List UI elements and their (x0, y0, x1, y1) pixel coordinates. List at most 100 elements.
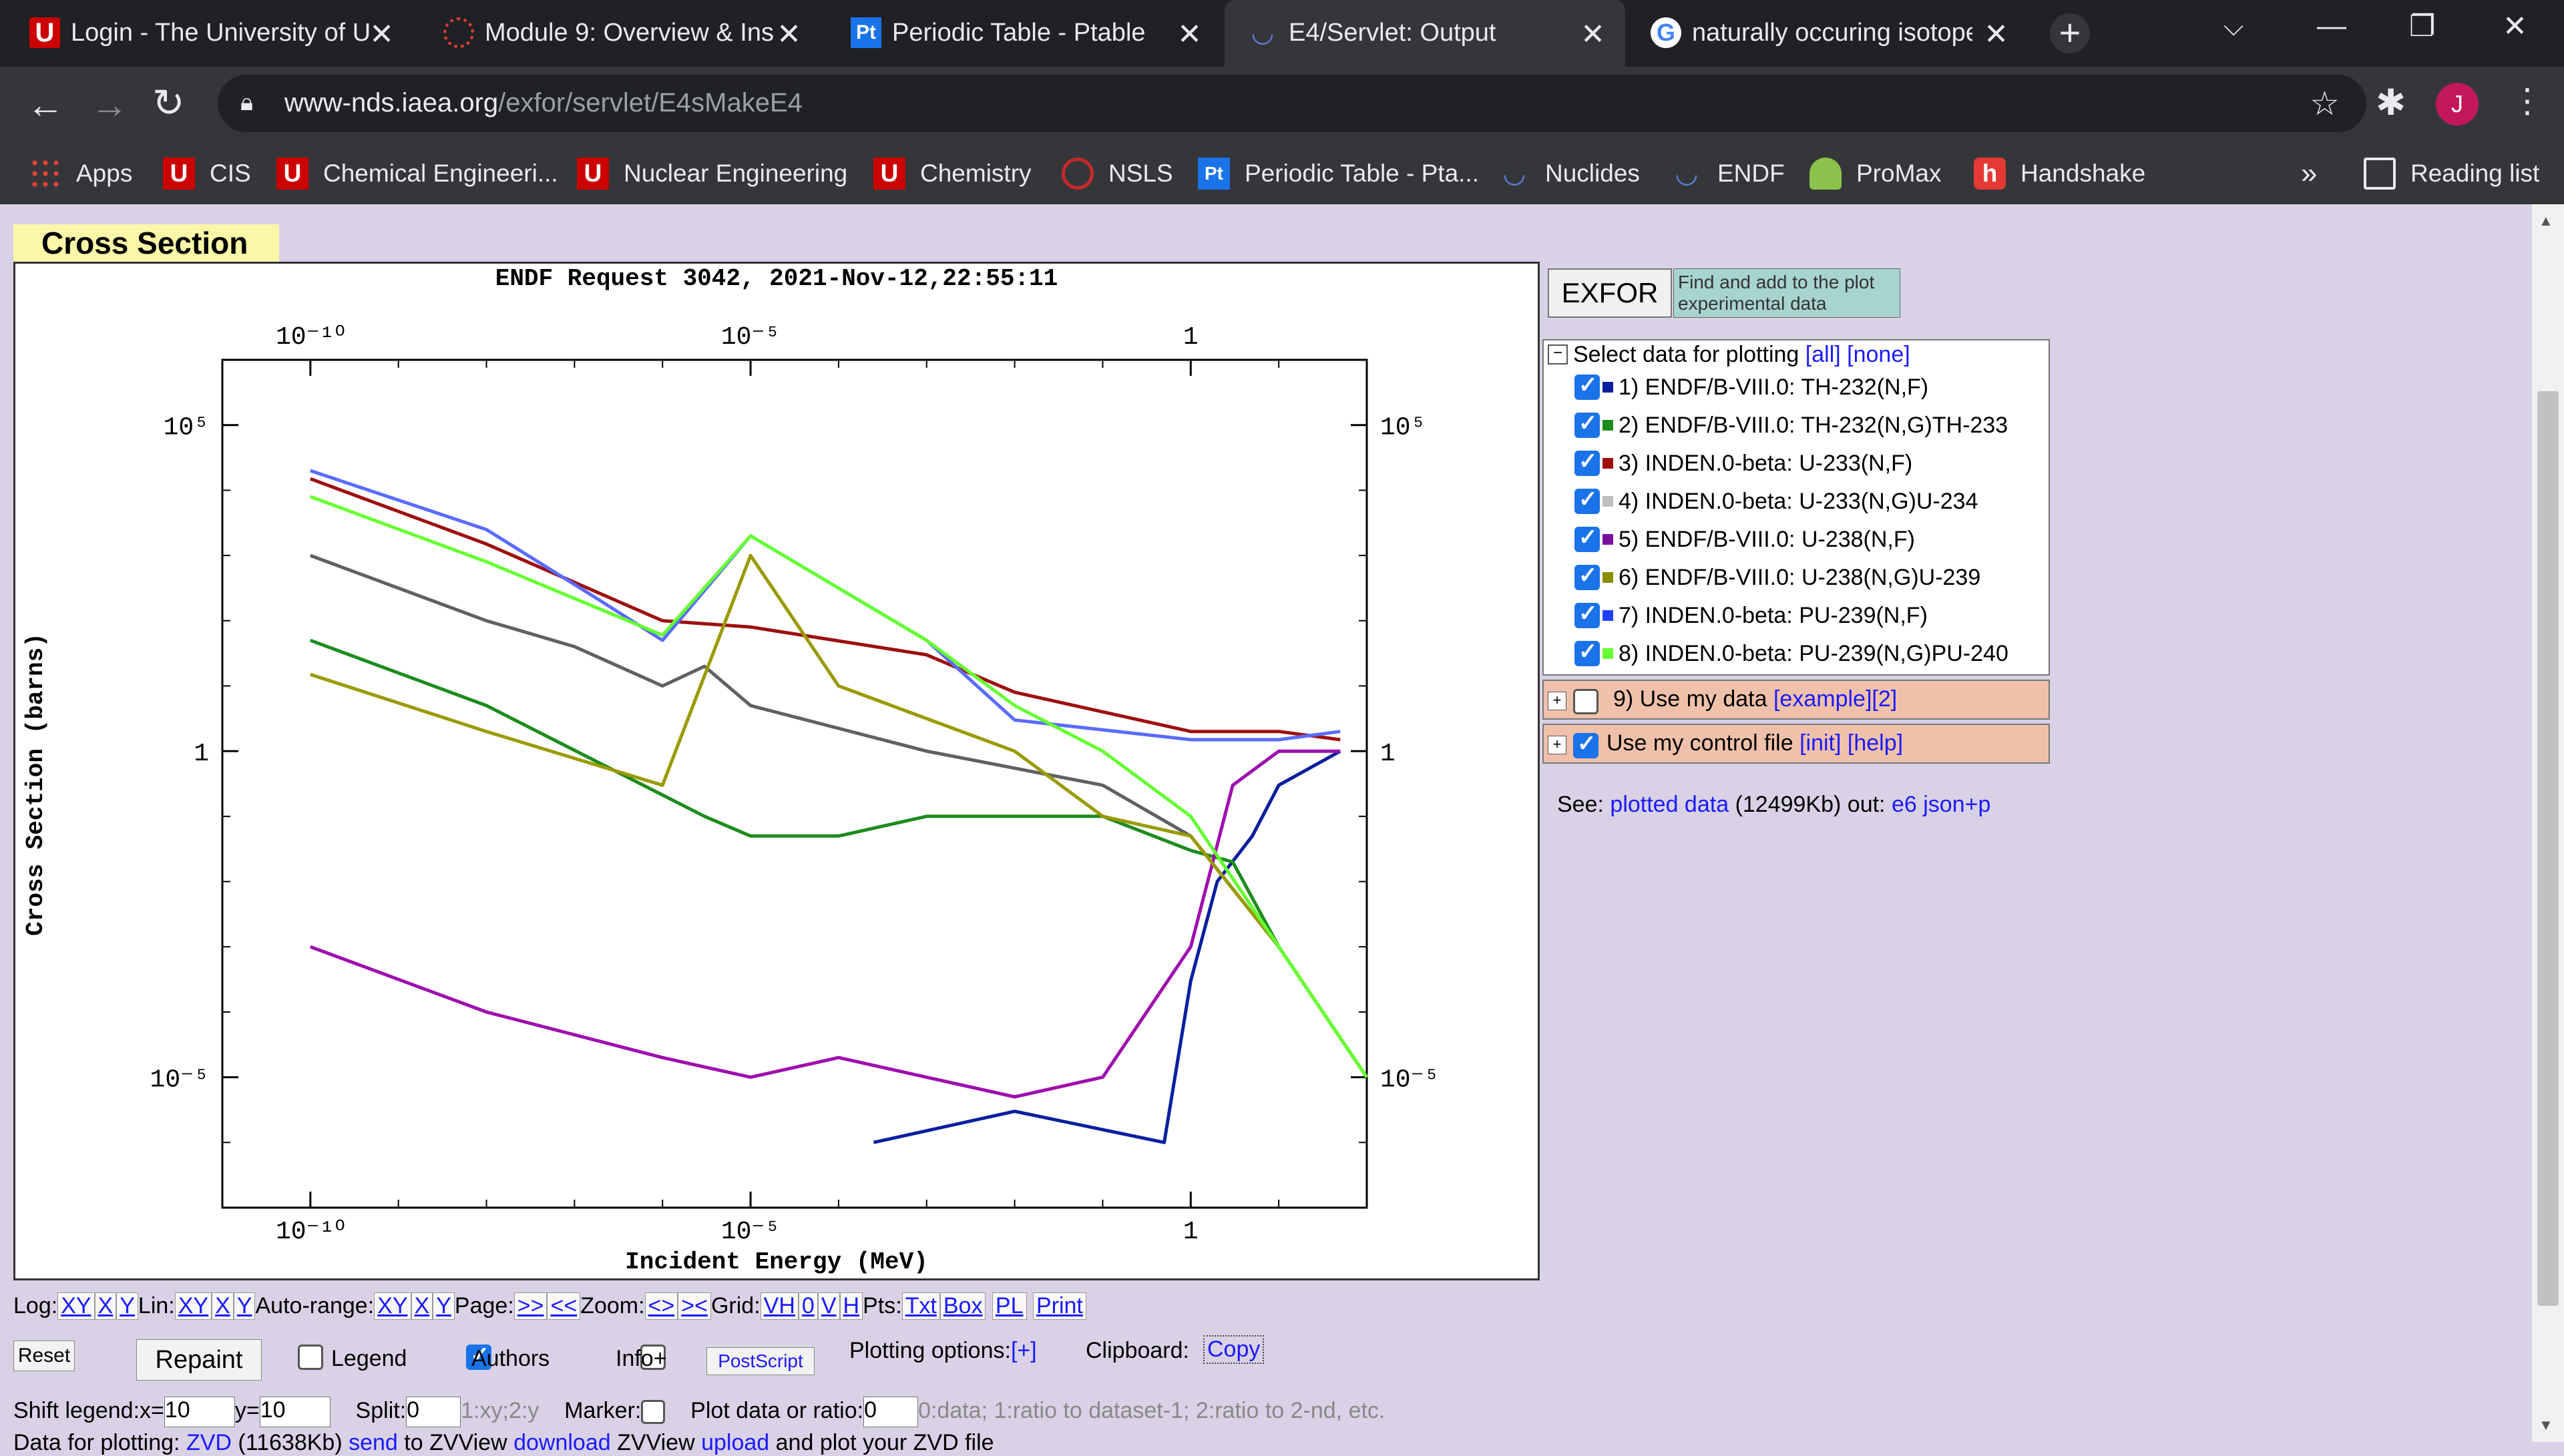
bookmark-nsls[interactable]: NSLS (1062, 155, 1173, 192)
close-icon[interactable]: ✕ (1580, 17, 1605, 51)
control-file-checkbox[interactable] (1573, 730, 1598, 759)
zoom-in-button[interactable]: <> (644, 1292, 678, 1320)
send-link[interactable]: send (349, 1430, 398, 1455)
restore-icon[interactable]: ❐ (2409, 9, 2435, 43)
close-icon[interactable]: ✕ (1177, 17, 1202, 51)
reset-button[interactable]: Reset (13, 1341, 75, 1371)
copy-button[interactable]: Copy (1203, 1335, 1265, 1364)
repaint-button[interactable]: Repaint (136, 1339, 262, 1381)
tab-login[interactable]: U Login - The University of U ✕ (7, 0, 414, 67)
dataset-checkbox[interactable] (1574, 448, 1600, 476)
marker-checkbox[interactable] (641, 1400, 666, 1424)
bookmark-handshake[interactable]: h Handshake (1974, 155, 2145, 192)
bookmark-nuclides[interactable]: ◡ Nuclides (1498, 155, 1640, 192)
autorange-xy-button[interactable]: XY (374, 1292, 411, 1320)
page-next-button[interactable]: >> (513, 1292, 548, 1320)
tab-search-chevron-icon[interactable]: ⌵ (2223, 12, 2244, 42)
scroll-down-arrow-icon[interactable]: ▼ (2539, 1417, 2553, 1434)
bookmark-periodic-table[interactable]: Pt Periodic Table - Pta... (1198, 155, 1479, 192)
postscript-button[interactable]: PostScript (706, 1347, 815, 1375)
page-scrollbar[interactable]: ▲ ▼ (2532, 204, 2564, 1442)
more-bookmarks-chevron[interactable]: » (2301, 155, 2317, 192)
autorange-y-button[interactable]: Y (433, 1292, 455, 1320)
bookmark-endf[interactable]: ◡ ENDF (1671, 155, 1785, 192)
dataset-checkbox[interactable] (1574, 410, 1600, 438)
json-link[interactable]: json+p (1923, 792, 1990, 817)
e6-link[interactable]: e6 (1892, 792, 1917, 817)
dataset-checkbox[interactable] (1574, 600, 1600, 628)
plotting-options-expand-link[interactable]: [+] (1011, 1338, 1037, 1363)
ratio-input[interactable]: 0 (863, 1397, 919, 1427)
tab-ptable[interactable]: Pt Periodic Table - Ptable ✕ (828, 0, 1222, 67)
profile-avatar[interactable]: J (2436, 83, 2479, 126)
grid-h-button[interactable]: H (839, 1292, 863, 1320)
log-xy-button[interactable]: XY (57, 1292, 95, 1320)
tab-e4-servlet[interactable]: ◡ E4/Servlet: Output ✕ (1225, 0, 1625, 67)
shift-y-input[interactable]: 10 (259, 1397, 331, 1427)
autorange-x-button[interactable]: X (411, 1292, 433, 1320)
page-prev-button[interactable]: << (547, 1292, 581, 1320)
scrollbar-thumb[interactable] (2537, 391, 2559, 1306)
grid-0-button[interactable]: 0 (798, 1292, 818, 1320)
extensions-puzzle-icon[interactable]: ✱ (2376, 81, 2406, 124)
help-link[interactable]: [help] (1848, 730, 1903, 756)
grid-v-button[interactable]: V (817, 1292, 840, 1320)
pts-box-button[interactable]: Box (939, 1292, 986, 1320)
lin-xy-button[interactable]: XY (174, 1292, 212, 1320)
dataset-checkbox[interactable] (1574, 524, 1600, 552)
pl-button[interactable]: PL (992, 1292, 1027, 1320)
bookmark-apps[interactable]: Apps (29, 155, 132, 192)
address-bar[interactable]: 🔒︎ www-nds.iaea.org/exfor/servlet/E4sMak… (218, 75, 2366, 132)
split-input[interactable]: 0 (406, 1397, 461, 1427)
log-x-button[interactable]: X (94, 1292, 117, 1320)
zvd-link[interactable]: ZVD (186, 1430, 232, 1455)
use-my-data-checkbox[interactable] (1573, 689, 1598, 715)
expand-plus-icon[interactable]: + (1548, 736, 1566, 754)
reading-list-button[interactable]: Reading list (2364, 155, 2539, 192)
lin-y-button[interactable]: Y (233, 1292, 256, 1320)
new-tab-button[interactable]: + (2050, 13, 2090, 53)
print-button[interactable]: Print (1032, 1292, 1086, 1320)
minimize-icon[interactable]: — (2317, 9, 2346, 43)
init-link[interactable]: [init] (1799, 730, 1841, 756)
bookmark-chemistry[interactable]: U Chemistry (873, 155, 1032, 192)
legend-checkbox[interactable] (298, 1345, 323, 1370)
window-close-icon[interactable]: ✕ (2503, 9, 2527, 43)
dataset-checkbox[interactable] (1574, 486, 1600, 514)
dataset-checkbox[interactable] (1574, 372, 1600, 400)
bookmark-chemical-engineering[interactable]: U Chemical Engineeri... (276, 155, 558, 192)
menu-kebab-icon[interactable]: ⋮ (2511, 81, 2544, 120)
lin-x-button[interactable]: X (212, 1292, 234, 1320)
download-link[interactable]: download (513, 1430, 611, 1455)
zoom-out-button[interactable]: >< (678, 1292, 711, 1320)
collapse-minus-icon[interactable]: − (1548, 344, 1568, 365)
shift-x-input[interactable]: 10 (164, 1397, 235, 1427)
plotted-data-link[interactable]: plotted data (1610, 792, 1729, 817)
select-all-link[interactable]: [all] (1805, 342, 1841, 367)
select-none-link[interactable]: [none] (1847, 342, 1910, 367)
iaea-icon: ◡ (1251, 18, 1275, 47)
close-icon[interactable]: ✕ (369, 17, 394, 51)
pts-txt-button[interactable]: Txt (901, 1292, 940, 1320)
exfor-button[interactable]: EXFOR (1548, 268, 1672, 318)
forward-arrow-icon[interactable]: → (91, 83, 128, 126)
expand-plus-icon[interactable]: + (1548, 692, 1566, 710)
tab-module-9[interactable]: Module 9: Overview & Ins ✕ (421, 0, 821, 67)
example-2-link[interactable]: [2] (1872, 686, 1897, 712)
close-icon[interactable]: ✕ (1984, 17, 2008, 51)
example-link[interactable]: [example] (1773, 686, 1872, 712)
grid-vh-button[interactable]: VH (760, 1292, 799, 1320)
bookmark-promax[interactable]: ProMax (1809, 155, 1941, 192)
log-y-button[interactable]: Y (116, 1292, 138, 1320)
bookmark-cis[interactable]: U CIS (163, 155, 251, 192)
tab-google-search[interactable]: G naturally occuring isotope ✕ (1628, 0, 2028, 67)
reload-icon[interactable]: ↻ (152, 80, 185, 126)
bookmark-star-icon[interactable]: ☆ (2310, 84, 2340, 123)
back-arrow-icon[interactable]: ← (27, 83, 64, 126)
scroll-up-arrow-icon[interactable]: ▲ (2539, 212, 2553, 230)
upload-link[interactable]: upload (701, 1430, 769, 1455)
bookmark-nuclear-engineering[interactable]: U Nuclear Engineering (577, 155, 847, 192)
close-icon[interactable]: ✕ (777, 17, 801, 51)
dataset-checkbox[interactable] (1574, 562, 1600, 590)
dataset-checkbox[interactable] (1574, 638, 1600, 666)
